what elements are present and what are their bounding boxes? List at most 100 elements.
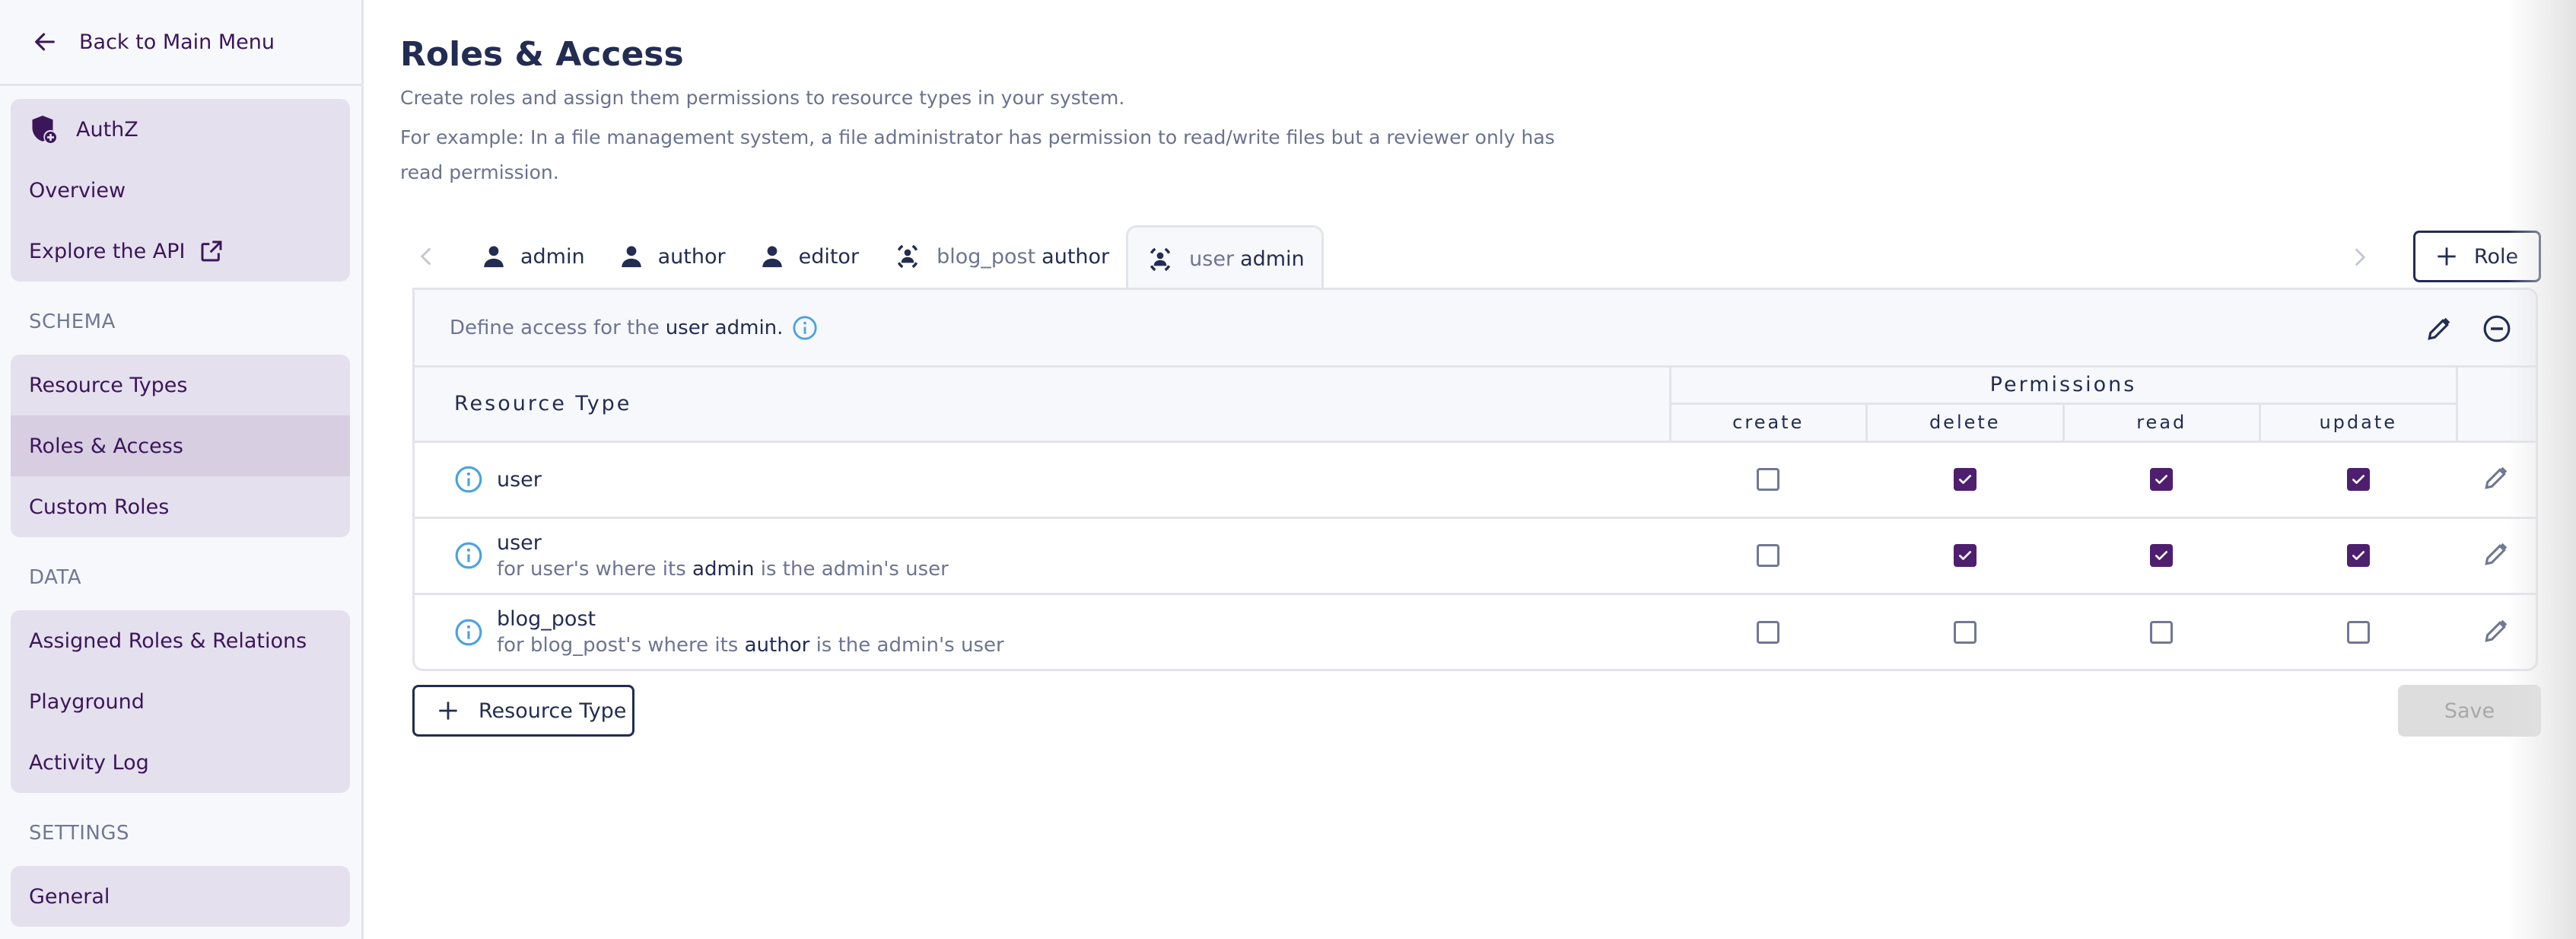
resource-name: user — [497, 467, 542, 492]
person-icon — [762, 246, 782, 268]
condition-prefix: for user's where its — [497, 557, 686, 581]
tab-blog-post-author[interactable]: blog_post author — [876, 225, 1126, 288]
tab-editor[interactable]: editor — [743, 225, 876, 288]
edit-role-button[interactable] — [2423, 313, 2455, 345]
permissions-header: Permissions — [1668, 368, 2457, 405]
perm-cell — [2260, 517, 2457, 595]
role-access-card: Define access for the user admin. Resour… — [412, 288, 2538, 671]
tabs-next-button[interactable] — [2346, 244, 2374, 271]
tab-label: author — [657, 244, 726, 269]
checkbox-delete[interactable] — [1953, 544, 1977, 567]
checkbox-update[interactable] — [2346, 468, 2370, 491]
sidebar-item-resource-types[interactable]: Resource Types — [11, 355, 350, 415]
add-role-label: Role — [2473, 244, 2519, 269]
perm-cell — [1670, 594, 1867, 669]
sidebar-item-assigned-roles[interactable]: Assigned Roles & Relations — [11, 610, 350, 671]
checkbox-update[interactable] — [2346, 544, 2370, 567]
check-icon — [2352, 475, 2365, 484]
checkbox-create[interactable] — [1757, 544, 1780, 567]
info-icon[interactable] — [454, 541, 483, 570]
check-icon — [2352, 551, 2365, 560]
perm-cell — [2260, 594, 2457, 669]
sidebar-item-roles-access[interactable]: Roles & Access — [11, 415, 350, 476]
checkbox-create[interactable] — [1757, 468, 1780, 491]
info-icon[interactable] — [454, 465, 483, 494]
tab-label: editor — [798, 244, 860, 269]
table-row: blog_post for blog_post's where its autho… — [415, 594, 2536, 669]
tab-admin[interactable]: admin — [464, 225, 602, 288]
resource-condition: for blog_post's where its author is the … — [497, 634, 1004, 657]
define-access-text: Define access for the — [450, 316, 660, 339]
checkbox-delete[interactable] — [1953, 620, 1977, 644]
sidebar-item-overview[interactable]: Overview — [11, 160, 350, 221]
nav-label: Resource Types — [29, 373, 188, 397]
tab-author[interactable]: author — [602, 225, 743, 288]
check-icon — [1958, 551, 1971, 560]
sidebar-item-explore-api[interactable]: Explore the API — [11, 221, 350, 282]
define-access-header: Define access for the user admin. — [415, 290, 2536, 368]
section-label-settings: SETTINGS — [29, 822, 130, 845]
nav-label: General — [29, 884, 110, 909]
edit-row-button[interactable] — [2483, 618, 2509, 647]
nav-label: Assigned Roles & Relations — [29, 629, 307, 653]
person-dashed-frame-icon — [897, 244, 918, 269]
tabs-prev-button[interactable] — [412, 243, 440, 270]
resource-cell: user — [415, 441, 1670, 519]
info-icon[interactable] — [792, 315, 818, 341]
perm-cell — [2063, 441, 2260, 519]
perm-cell — [1866, 517, 2063, 595]
back-label: Back to Main Menu — [79, 30, 275, 54]
sidebar-item-activity-log[interactable]: Activity Log — [11, 732, 350, 793]
add-resource-type-button[interactable]: Resource Type — [412, 685, 634, 737]
back-to-main-menu-link[interactable]: Back to Main Menu — [0, 0, 361, 86]
checkbox-update[interactable] — [2346, 620, 2370, 644]
permissions-table: Resource Type Permissions create delete … — [415, 368, 2536, 669]
sidebar-schema-group: Resource Types Roles & Access Custom Rol… — [11, 355, 350, 537]
resource-type-header: Resource Type — [415, 368, 1671, 443]
sidebar: Back to Main Menu AuthZ Overview Explore… — [0, 0, 364, 939]
sidebar-item-general[interactable]: General — [11, 866, 350, 927]
edit-row-button[interactable] — [2483, 541, 2509, 570]
perm-cell — [1670, 441, 1867, 519]
perm-cell — [2063, 517, 2260, 595]
checkbox-read[interactable] — [2150, 544, 2174, 567]
check-icon — [1958, 475, 1971, 484]
app-name: AuthZ — [76, 117, 138, 142]
condition-suffix: is the admin's user — [816, 634, 1004, 657]
edit-cell — [2457, 517, 2536, 595]
checkbox-delete[interactable] — [1953, 468, 1977, 491]
checkbox-create[interactable] — [1757, 620, 1780, 644]
edit-row-button[interactable] — [2483, 465, 2509, 494]
tab-label: admin — [1240, 247, 1305, 271]
sidebar-app-group: AuthZ Overview Explore the API — [11, 99, 350, 282]
sidebar-item-custom-roles[interactable]: Custom Roles — [11, 476, 350, 537]
add-role-button[interactable]: Role — [2413, 231, 2541, 282]
sidebar-item-playground[interactable]: Playground — [11, 671, 350, 732]
edit-cell — [2457, 594, 2536, 669]
pencil-icon — [2485, 466, 2508, 489]
chevron-left-icon — [420, 247, 431, 266]
tab-label: admin — [520, 244, 585, 269]
resource-cell: blog_post for blog_post's where its autho… — [415, 594, 1670, 669]
checkbox-read[interactable] — [2150, 468, 2174, 491]
tab-label: author — [1042, 244, 1110, 269]
tab-prefix: blog_post — [937, 244, 1036, 269]
nav-label: Overview — [29, 178, 126, 202]
pencil-icon — [2428, 317, 2450, 340]
info-icon[interactable] — [454, 618, 483, 647]
add-resource-type-label: Resource Type — [479, 699, 627, 723]
main-content: Roles & Access Create roles and assign t… — [400, 0, 2576, 939]
save-button[interactable]: Save — [2398, 685, 2541, 737]
resource-name: user — [497, 530, 542, 555]
nav-label: Explore the API — [29, 239, 186, 263]
check-icon — [2155, 551, 2168, 560]
perm-cell — [1866, 441, 2063, 519]
checkbox-read[interactable] — [2150, 620, 2174, 644]
perm-col-update: update — [2259, 403, 2457, 443]
perm-cell — [2063, 594, 2260, 669]
nav-label: Playground — [29, 689, 145, 714]
tab-user-admin[interactable]: user admin — [1126, 225, 1324, 291]
resource-name: blog_post — [497, 607, 596, 632]
sidebar-item-authz[interactable]: AuthZ — [11, 99, 350, 160]
remove-role-button[interactable] — [2481, 313, 2513, 345]
